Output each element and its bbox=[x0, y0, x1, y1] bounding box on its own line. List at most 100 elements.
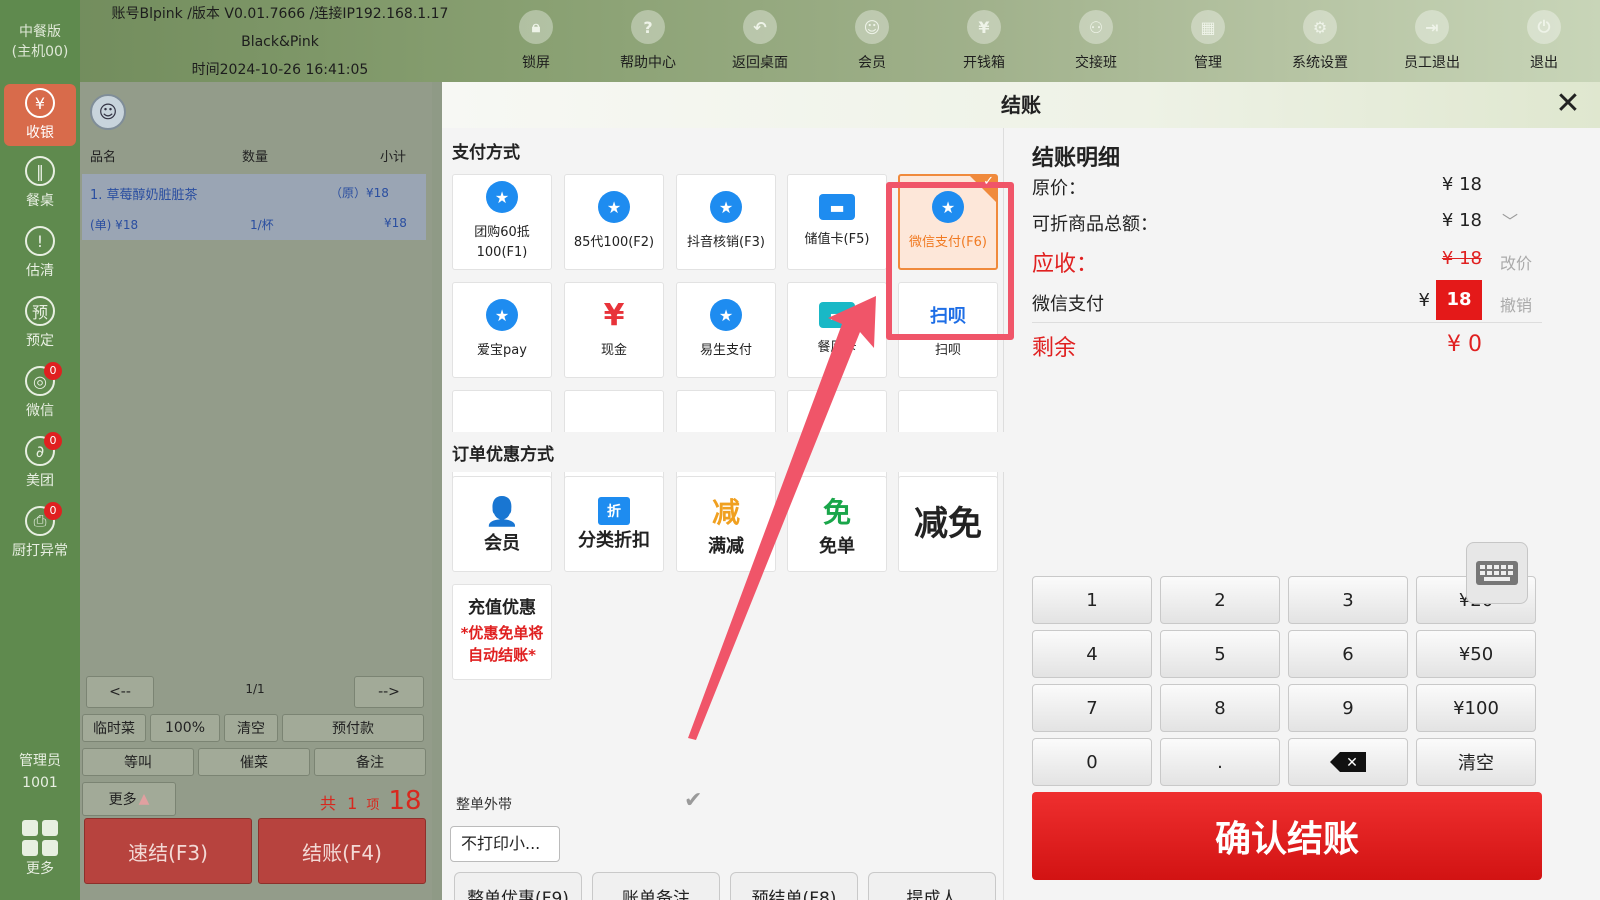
key-8[interactable]: 8 bbox=[1160, 684, 1280, 732]
pay-method-stored-card[interactable]: ▬ 储值卡(F5) bbox=[787, 174, 887, 270]
key-dot[interactable]: . bbox=[1160, 738, 1280, 786]
sidebar-item-meituan[interactable]: ∂ 美团 0 bbox=[0, 428, 80, 498]
takeaway-check-icon[interactable]: ✔ bbox=[684, 788, 702, 813]
nav-open-cash-drawer[interactable]: ¥ 开钱箱 bbox=[928, 0, 1040, 82]
discountable-value: ¥ 18 bbox=[1441, 210, 1482, 231]
clear-order-button[interactable]: 清空 bbox=[224, 714, 278, 742]
key-3[interactable]: 3 bbox=[1288, 576, 1408, 624]
nav-shift-handover[interactable]: ⚇ 交接班 bbox=[1040, 0, 1152, 82]
utensils-icon: ‖ bbox=[25, 156, 55, 186]
gear-icon: ⚙ bbox=[1303, 10, 1337, 44]
note-button[interactable]: 备注 bbox=[314, 748, 426, 776]
item-subtotal: ¥18 bbox=[384, 216, 407, 230]
key-clear[interactable]: 清空 bbox=[1416, 738, 1536, 786]
discount-full-reduction[interactable]: 减满减 bbox=[676, 476, 776, 572]
discount-waive[interactable]: 减免 bbox=[898, 476, 998, 572]
nav-manage[interactable]: ▦ 管理 bbox=[1152, 0, 1264, 82]
sidebar-item-cashier[interactable]: ¥ 收银 bbox=[4, 84, 76, 146]
order-discount-button[interactable]: 整单优惠(F9) bbox=[454, 872, 582, 900]
no-print-receipt-select[interactable]: 不打印小... bbox=[450, 826, 560, 862]
remaining-label: 剩余 bbox=[1032, 336, 1077, 361]
pay-method-85-100[interactable]: ★ 85代100(F2) bbox=[564, 174, 664, 270]
receivable-value: ¥ 18 bbox=[1441, 248, 1482, 269]
sidebar-item-label: 估清 bbox=[26, 263, 54, 279]
prev-page-button[interactable]: <-- bbox=[86, 676, 154, 708]
sidebar-item-reservation[interactable]: 预预定 bbox=[0, 288, 80, 358]
pay-method-label: 易生支付 bbox=[699, 343, 752, 358]
sidebar-more[interactable]: 更多 bbox=[0, 820, 80, 890]
sidebar-item-tables[interactable]: ‖ 餐桌 bbox=[0, 148, 80, 218]
sidebar-item-soldout[interactable]: ! 估清 bbox=[0, 218, 80, 288]
sidebar-item-wechat[interactable]: ◎ 微信 0 bbox=[0, 358, 80, 428]
recharge-discount[interactable]: 充值优惠 *优惠免单将自动结账* bbox=[452, 584, 552, 680]
pay-method-aibao-pay[interactable]: ★ 爱宝pay bbox=[452, 282, 552, 378]
help-icon: ? bbox=[631, 10, 665, 44]
nav-label: 锁屏 bbox=[522, 55, 550, 71]
nav-member[interactable]: ☺ 会员 bbox=[816, 0, 928, 82]
commission-button[interactable]: 提成人 bbox=[868, 872, 996, 900]
nav-help-center[interactable]: ? 帮助中心 bbox=[592, 0, 704, 82]
key-2[interactable]: 2 bbox=[1160, 576, 1280, 624]
pay-method-label: 团购60抵100(F1) bbox=[474, 225, 530, 260]
nav-back-desktop[interactable]: ↶ 返回桌面 bbox=[704, 0, 816, 82]
chevron-down-icon[interactable]: ﹀ bbox=[1502, 208, 1518, 232]
discount-category[interactable]: 折分类折扣 bbox=[564, 476, 664, 572]
nav-system-settings[interactable]: ⚙ 系统设置 bbox=[1264, 0, 1376, 82]
orig-price-value: ¥ 18 bbox=[1441, 174, 1482, 195]
warning-icon: ! bbox=[25, 226, 55, 256]
change-price-button[interactable]: 改价 bbox=[1500, 250, 1532, 274]
prepay-button[interactable]: 预付款 bbox=[282, 714, 424, 742]
pay-method-cash[interactable]: ¥ 现金 bbox=[564, 282, 664, 378]
percent-button[interactable]: 100% bbox=[150, 714, 220, 742]
pay-method-label: 抖音核销(F3) bbox=[687, 235, 765, 250]
pay-method-yisheng[interactable]: ★ 易生支付 bbox=[676, 282, 776, 378]
item-orig-price: （原）¥18 bbox=[330, 186, 389, 200]
wechat-pay-amount[interactable]: 18 bbox=[1436, 280, 1482, 320]
nav-label: 管理 bbox=[1194, 55, 1222, 71]
more-button[interactable]: 更多 ▲ bbox=[82, 782, 176, 816]
nav-staff-logout[interactable]: ⇥ 员工退出 bbox=[1376, 0, 1488, 82]
nav-lock-screen[interactable]: 🔒︎ 锁屏 bbox=[480, 0, 592, 82]
backspace-key[interactable]: ✕ bbox=[1288, 738, 1408, 786]
pay-method-wechat[interactable]: ✓ ★ 微信支付(F6) bbox=[898, 174, 998, 270]
temp-dish-button[interactable]: 临时菜 bbox=[82, 714, 146, 742]
discount-member[interactable]: 👤 会员 bbox=[452, 476, 552, 572]
nav-label: 员工退出 bbox=[1404, 55, 1460, 71]
key-9[interactable]: 9 bbox=[1288, 684, 1408, 732]
keyboard-toggle-button[interactable] bbox=[1466, 542, 1528, 604]
key-5[interactable]: 5 bbox=[1160, 630, 1280, 678]
table-row[interactable]: 1. 草莓醇奶脏脏茶 （原）¥18 (单) ¥18 1/杯 ¥18 bbox=[82, 174, 426, 240]
sidebar-item-label: 美团 bbox=[26, 473, 54, 489]
discount-free-order[interactable]: 免免单 bbox=[787, 476, 887, 572]
checkout-button[interactable]: 结账(F4) bbox=[258, 818, 426, 884]
nav-label: 开钱箱 bbox=[963, 55, 1005, 71]
cancel-payment-button[interactable]: 撤销 bbox=[1500, 292, 1532, 316]
hold-button[interactable]: 等叫 bbox=[82, 748, 194, 776]
close-icon[interactable]: ✕ bbox=[1550, 86, 1586, 122]
nav-exit[interactable]: ⏻ 退出 bbox=[1488, 0, 1600, 82]
key-0[interactable]: 0 bbox=[1032, 738, 1152, 786]
pre-bill-button[interactable]: 预结单(F8) bbox=[730, 872, 858, 900]
quick-pay-button[interactable]: 速结(F3) bbox=[84, 818, 252, 884]
pay-method-restaurant-card[interactable]: ▬ 餐厅卡 bbox=[787, 282, 887, 378]
sidebar-item-label: 预定 bbox=[26, 333, 54, 349]
avatar[interactable]: ☺ bbox=[90, 94, 126, 130]
next-page-button[interactable]: --> bbox=[354, 676, 424, 708]
discount-label: 减免 bbox=[914, 504, 982, 544]
key-6[interactable]: 6 bbox=[1288, 630, 1408, 678]
key-50-yuan[interactable]: ¥50 bbox=[1416, 630, 1536, 678]
bill-note-button[interactable]: 账单备注 bbox=[592, 872, 720, 900]
confirm-checkout-button[interactable]: 确认结账 bbox=[1032, 792, 1542, 880]
rush-dish-button[interactable]: 催菜 bbox=[198, 748, 310, 776]
key-7[interactable]: 7 bbox=[1032, 684, 1152, 732]
pay-method-group-buy[interactable]: ★ 团购60抵100(F1) bbox=[452, 174, 552, 270]
key-1[interactable]: 1 bbox=[1032, 576, 1152, 624]
backspace-icon: ✕ bbox=[1330, 752, 1366, 772]
pay-method-saobei[interactable]: 扫呗 扫呗 bbox=[898, 282, 998, 378]
pay-method-douyin[interactable]: ★ 抖音核销(F3) bbox=[676, 174, 776, 270]
member-icon: ☺ bbox=[855, 10, 889, 44]
grid-icon bbox=[22, 820, 58, 856]
key-4[interactable]: 4 bbox=[1032, 630, 1152, 678]
key-100-yuan[interactable]: ¥100 bbox=[1416, 684, 1536, 732]
sidebar-item-kitchen-print-error[interactable]: ⎙ 厨打异常 0 bbox=[0, 498, 80, 568]
